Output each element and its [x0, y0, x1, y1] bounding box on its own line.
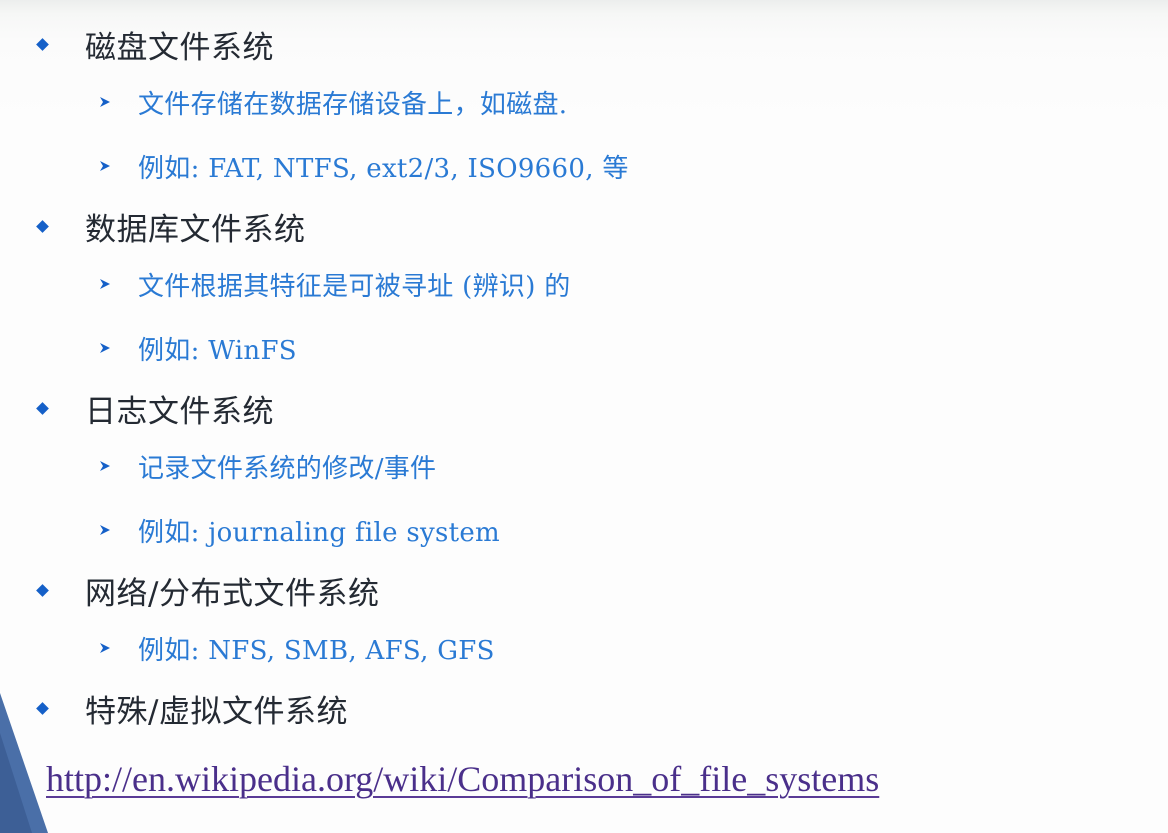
sub-bullet-text: 例如: journaling file system: [138, 517, 501, 548]
reference-link[interactable]: http://en.wikipedia.org/wiki/Comparison_…: [46, 758, 879, 800]
sub-bullet-item: 例如: FAT, NTFS, ext2/3, ISO9660, 等: [98, 146, 629, 186]
sub-bullet-text: 文件根据其特征是可被寻址 (辨识) 的: [138, 271, 571, 302]
diamond-bullet-icon: [36, 37, 49, 51]
diamond-bullet-icon: [36, 583, 49, 597]
bullet-item: 数据库文件系统: [34, 206, 306, 248]
diamond-bullet-icon: [36, 401, 49, 415]
bullet-item: 网络/分布式文件系统: [34, 570, 380, 612]
arrow-bullet-icon: [98, 95, 124, 109]
sub-bullet-item: 记录文件系统的修改/事件: [98, 446, 436, 486]
sub-bullet-item: 文件根据其特征是可被寻址 (辨识) 的: [98, 264, 571, 304]
diamond-bullet-icon: [36, 701, 49, 715]
sub-bullet-text: 文件存储在数据存储设备上，如磁盘.: [138, 89, 568, 120]
slide-content: 磁盘文件系统 文件存储在数据存储设备上，如磁盘. 例如: FAT, NTFS, …: [0, 0, 1168, 833]
bullet-title: 网络/分布式文件系统: [85, 575, 380, 612]
sub-bullet-item: 例如: journaling file system: [98, 510, 500, 550]
bullet-title: 数据库文件系统: [85, 211, 306, 248]
diamond-bullet-icon: [36, 219, 49, 233]
bullet-title: 磁盘文件系统: [85, 29, 274, 66]
arrow-bullet-icon: [98, 641, 124, 655]
arrow-bullet-icon: [98, 159, 124, 173]
sub-bullet-text: 记录文件系统的修改/事件: [138, 453, 437, 484]
bullet-title: 日志文件系统: [85, 393, 274, 430]
arrow-bullet-icon: [98, 459, 124, 473]
arrow-bullet-icon: [98, 277, 124, 291]
arrow-bullet-icon: [98, 523, 124, 537]
sub-bullet-item: 例如: WinFS: [98, 328, 297, 368]
bullet-item: 日志文件系统: [34, 388, 274, 430]
sub-bullet-text: 例如: FAT, NTFS, ext2/3, ISO9660, 等: [138, 153, 629, 184]
bullet-item: 磁盘文件系统: [34, 24, 274, 66]
arrow-bullet-icon: [98, 341, 124, 355]
sub-bullet-text: 例如: WinFS: [138, 335, 297, 366]
bullet-title: 特殊/虚拟文件系统: [85, 693, 348, 730]
bullet-item: 特殊/虚拟文件系统: [34, 688, 348, 730]
sub-bullet-text: 例如: NFS, SMB, AFS, GFS: [138, 635, 495, 666]
sub-bullet-item: 文件存储在数据存储设备上，如磁盘.: [98, 82, 567, 122]
sub-bullet-item: 例如: NFS, SMB, AFS, GFS: [98, 628, 495, 668]
